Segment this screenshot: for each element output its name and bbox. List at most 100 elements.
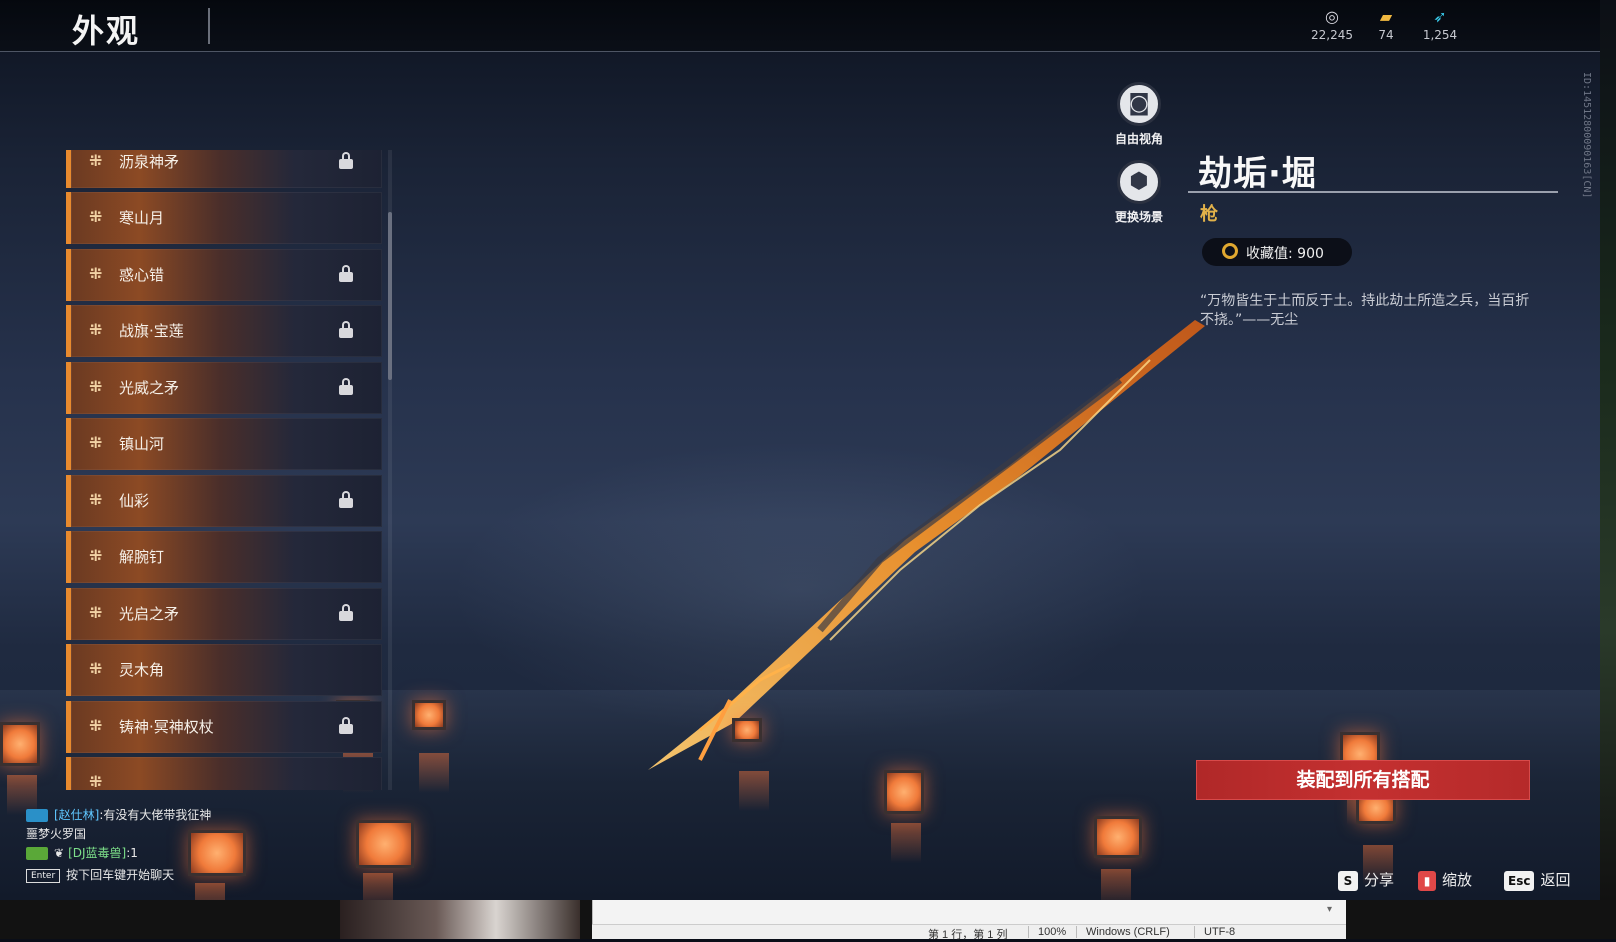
mouse-icon: ▮ bbox=[1418, 870, 1436, 891]
lock-icon bbox=[339, 491, 353, 509]
item-label: 解腕钉 bbox=[119, 548, 165, 566]
item-label: 寒山月 bbox=[119, 209, 165, 227]
weapon-type-icon: ⁜ bbox=[89, 377, 103, 396]
lantern bbox=[412, 700, 449, 793]
chat-user[interactable]: [赵仕林] bbox=[54, 808, 99, 822]
enter-key-icon: Enter bbox=[26, 868, 61, 883]
list-item[interactable]: ⁜ 镇山河 bbox=[66, 418, 382, 470]
list-item[interactable]: ⁜ 解腕钉 bbox=[66, 531, 382, 583]
status-separator bbox=[1076, 926, 1077, 938]
collection-value: 收藏值: 900 bbox=[1246, 246, 1324, 262]
chat-hint-text: 按下回车键开始聊天 bbox=[66, 868, 175, 882]
zoom-level: 100% bbox=[1038, 926, 1067, 938]
weapon-type-icon: ⁜ bbox=[89, 716, 103, 735]
list-item[interactable]: ⁜ 灵木角 bbox=[66, 644, 382, 696]
coin-icon: ◎ bbox=[1325, 7, 1339, 26]
list-item[interactable]: ⁜ 惑心错 bbox=[66, 249, 382, 301]
free-view-button[interactable]: ◙ 自由视角 bbox=[1104, 82, 1174, 147]
list-item[interactable]: ⁜ 光威之矛 bbox=[66, 362, 382, 414]
currency-value: 74 bbox=[1378, 28, 1394, 42]
item-label: 光威之矛 bbox=[119, 379, 180, 397]
weapon-type-icon: ⁜ bbox=[89, 320, 103, 339]
encoding: UTF-8 bbox=[1204, 926, 1236, 938]
weapon-type-icon: ⁜ bbox=[89, 207, 103, 226]
feather-icon: ➶ bbox=[1433, 7, 1447, 26]
lock-icon bbox=[339, 321, 353, 339]
lock-icon bbox=[339, 265, 353, 283]
scroll-down-icon[interactable]: ▾ bbox=[1327, 904, 1332, 915]
player-id: ID:1451280009016​3[CN] bbox=[1581, 72, 1592, 199]
lock-icon bbox=[339, 717, 353, 735]
weapon-type-icon: ⁜ bbox=[89, 264, 103, 283]
line-ending: Windows (CRLF) bbox=[1086, 926, 1170, 938]
item-label: 光启之矛 bbox=[119, 605, 180, 623]
item-name: 劫垢·堀 bbox=[1198, 154, 1317, 194]
list-item[interactable]: ⁜ 沥泉神矛 bbox=[66, 150, 382, 188]
chat-text: :1 bbox=[126, 846, 138, 860]
equip-all-button[interactable]: 装配到所有搭配 bbox=[1196, 760, 1530, 800]
lock-icon bbox=[339, 378, 353, 396]
currency-ticket: ▰ 74 bbox=[1356, 7, 1416, 43]
weapon-type-icon: ⁜ bbox=[89, 659, 103, 678]
chat-message: [赵仕林]:有没有大佬带我征神 bbox=[26, 806, 356, 825]
share-label: 分享 bbox=[1364, 871, 1395, 889]
top-bar: 外观 ◎ 22,245 ▰ 74 ➶ 1,254 bbox=[0, 0, 1600, 52]
chat-message: ❦ [DJ蓝毒兽]:1 bbox=[26, 844, 356, 863]
guild-icon: ❦ bbox=[54, 846, 65, 860]
chat-hint[interactable]: Enter 按下回车键开始聊天 bbox=[26, 866, 356, 885]
status-bar: 第 1 行，第 1 列 100% Windows (CRLF) UTF-8 bbox=[592, 924, 1346, 941]
chat-user[interactable]: [DJ蓝毒兽] bbox=[68, 846, 126, 860]
lantern bbox=[356, 820, 414, 900]
chat-text: 噩梦火罗国 bbox=[26, 827, 87, 841]
list-item[interactable]: ⁜ 光启之矛 bbox=[66, 588, 382, 640]
lock-icon bbox=[339, 604, 353, 622]
change-scene-button[interactable]: ⬢ 更换场景 bbox=[1104, 160, 1174, 225]
collection-icon bbox=[1222, 243, 1238, 259]
item-label: 惑心错 bbox=[119, 266, 165, 284]
share-hotkey[interactable]: S 分享 bbox=[1338, 868, 1394, 892]
weapon-type-icon: ⁜ bbox=[89, 490, 103, 509]
title-divider bbox=[208, 8, 210, 44]
channel-tag-icon bbox=[26, 847, 48, 860]
free-view-label: 自由视角 bbox=[1114, 132, 1163, 146]
lantern bbox=[0, 722, 40, 815]
change-scene-label: 更换场景 bbox=[1114, 210, 1163, 224]
key-s: S bbox=[1338, 870, 1358, 891]
item-label: 灵木角 bbox=[119, 661, 165, 679]
collection-badge: 收藏值: 900 bbox=[1202, 238, 1352, 266]
item-label: 沥泉神矛 bbox=[119, 153, 180, 171]
background-photo bbox=[340, 900, 580, 939]
item-label: 铸神·冥神权杖 bbox=[119, 718, 214, 736]
back-hotkey[interactable]: Esc 返回 bbox=[1504, 868, 1570, 892]
list-item[interactable]: ⁜ bbox=[66, 757, 382, 790]
zoom-label: 缩放 bbox=[1442, 871, 1473, 889]
game-viewport: 外观 ◎ 22,245 ▰ 74 ➶ 1,254 ID:145128000901… bbox=[0, 0, 1600, 900]
item-label: 仙彩 bbox=[119, 492, 150, 510]
weapon-type-icon: ⁜ bbox=[89, 772, 103, 790]
key-esc: Esc bbox=[1504, 870, 1535, 891]
chat-box: [赵仕林]:有没有大佬带我征神 噩梦火罗国 ❦ [DJ蓝毒兽]:1 Enter 按下… bbox=[26, 806, 356, 885]
background-window-edge bbox=[1600, 0, 1616, 900]
name-divider bbox=[1188, 191, 1558, 193]
chat-message: 噩梦火罗国 bbox=[26, 825, 356, 844]
list-item[interactable]: ⁜ 仙彩 bbox=[66, 475, 382, 527]
currency-value: 22,245 bbox=[1311, 28, 1353, 42]
item-label: 战旗·宝莲 bbox=[119, 322, 184, 340]
list-item[interactable]: ⁜ 寒山月 bbox=[66, 192, 382, 244]
weapon-type-icon: ⁜ bbox=[89, 603, 103, 622]
appearance-list: ⁜ 沥泉神矛 ⁜ 寒山月 ⁜ 惑心错 ⁜ 战旗·宝莲 ⁜ 光威之矛 ⁜ 镇山河 bbox=[66, 150, 382, 790]
chat-text: :有没有大佬带我征神 bbox=[99, 808, 212, 822]
status-separator bbox=[1028, 926, 1029, 938]
list-item[interactable]: ⁜ 铸神·冥神权杖 bbox=[66, 701, 382, 753]
item-label: 镇山河 bbox=[119, 435, 165, 453]
zoom-hotkey[interactable]: ▮ 缩放 bbox=[1418, 868, 1472, 892]
camera-icon: ◙ bbox=[1117, 82, 1161, 126]
weapon-type-icon: ⁜ bbox=[89, 546, 103, 565]
lantern bbox=[1094, 816, 1142, 900]
list-item[interactable]: ⁜ 战旗·宝莲 bbox=[66, 305, 382, 357]
lantern bbox=[884, 770, 924, 863]
list-scrollbar[interactable] bbox=[388, 212, 392, 380]
mist-glow bbox=[450, 440, 1150, 740]
ticket-icon: ▰ bbox=[1379, 7, 1393, 26]
currency-coin: ◎ 22,245 bbox=[1302, 7, 1362, 43]
